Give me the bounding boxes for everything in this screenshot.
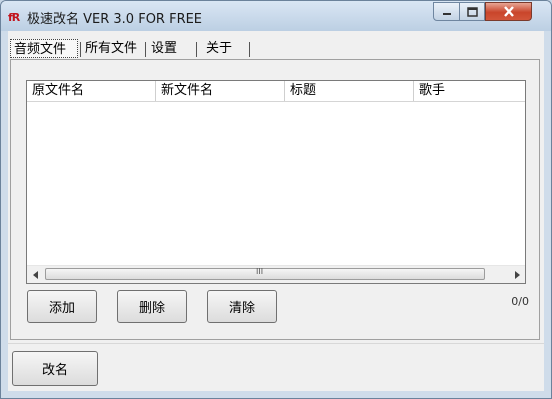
app-logo-icon: fR	[8, 11, 20, 24]
tab-panel: 原文件名 新文件名 标题 歌手 III 添加 删除 清除 0/0	[10, 59, 540, 340]
minimize-button[interactable]	[433, 2, 460, 21]
scroll-right-button[interactable]	[508, 266, 525, 283]
client-area: 音频文件 所有文件 设置 关于 原文件名 新文件名 标题 歌手 III 添加 删…	[8, 31, 544, 391]
scrollbar-grip: III	[256, 267, 264, 276]
add-button[interactable]: 添加	[27, 290, 97, 323]
delete-button[interactable]: 删除	[117, 290, 187, 323]
file-count: 0/0	[511, 295, 529, 308]
close-icon	[503, 6, 514, 17]
scroll-left-button[interactable]	[27, 266, 44, 283]
tab-all-files[interactable]: 所有文件	[82, 39, 140, 58]
tab-separator	[196, 42, 197, 57]
title-bar[interactable]: fR 极速改名 VER 3.0 FOR FREE	[1, 1, 551, 31]
maximize-icon	[466, 6, 478, 17]
bottom-bar: 改名	[8, 343, 544, 392]
rename-button[interactable]: 改名	[12, 351, 98, 386]
scrollbar-thumb[interactable]: III	[45, 267, 485, 280]
list-header: 原文件名 新文件名 标题 歌手	[27, 81, 525, 102]
column-artist[interactable]: 歌手	[414, 81, 525, 101]
tab-strip: 音频文件 所有文件 设置 关于	[8, 36, 544, 60]
horizontal-scrollbar[interactable]: III	[27, 265, 525, 283]
column-new-name[interactable]: 新文件名	[156, 81, 285, 101]
column-title[interactable]: 标题	[285, 81, 414, 101]
tab-about[interactable]: 关于	[203, 39, 235, 58]
file-list[interactable]: 原文件名 新文件名 标题 歌手 III	[26, 80, 526, 284]
close-button[interactable]	[485, 2, 532, 21]
tab-separator	[249, 42, 250, 57]
tab-separator	[145, 42, 146, 57]
maximize-button[interactable]	[459, 2, 485, 21]
window-title: 极速改名 VER 3.0 FOR FREE	[27, 12, 203, 27]
minimize-icon	[442, 12, 451, 15]
scroll-left-arrow-icon	[32, 270, 38, 279]
main-window: fR 极速改名 VER 3.0 FOR FREE 音频文件 所有文件 设置 关于…	[0, 0, 552, 399]
tab-audio-files[interactable]: 音频文件	[10, 39, 78, 58]
tab-settings[interactable]: 设置	[148, 39, 180, 58]
column-original-name[interactable]: 原文件名	[27, 81, 156, 101]
scroll-right-arrow-icon	[514, 270, 520, 279]
clear-button[interactable]: 清除	[207, 290, 277, 323]
tab-separator	[80, 42, 81, 57]
